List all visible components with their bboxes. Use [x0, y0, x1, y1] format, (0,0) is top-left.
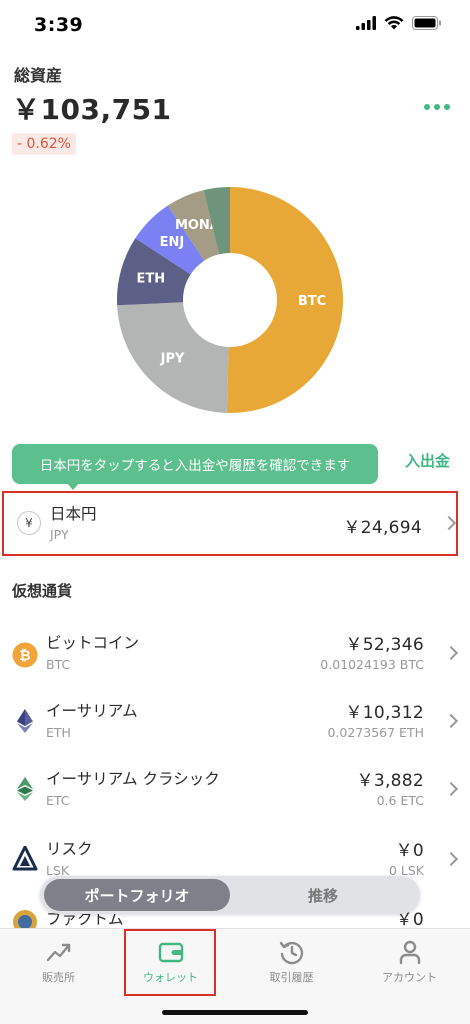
coin-amount: 0.0273567 ETH [327, 725, 424, 740]
ethereum-classic-icon [17, 777, 33, 801]
jpy-row[interactable]: ¥ 日本円 JPY ￥24,694 [2, 491, 458, 556]
list-item-etc[interactable]: イーサリアム クラシック ETC ￥3,882 0.6 ETC [0, 761, 470, 829]
home-indicator [162, 1010, 308, 1015]
donut-label-btc: BTC [298, 294, 326, 309]
wallet-tab-highlight [124, 929, 216, 996]
lisk-icon [12, 846, 38, 871]
coin-amount: 0.6 ETC [376, 793, 424, 808]
tab-label: 販売所 [42, 971, 75, 984]
bitcoin-icon: ₿ [12, 642, 38, 668]
portfolio-donut-chart[interactable]: BTCJPYETHENJMONA [110, 180, 350, 420]
wifi-icon [384, 16, 404, 30]
coin-value: ￥52,346 [345, 635, 424, 655]
ethereum-icon [17, 709, 33, 733]
jpy-tooltip: 日本円をタップすると入出金や履歴を確認できます [12, 444, 378, 484]
jpy-name: 日本円 [50, 505, 97, 523]
coin-name: イーサリアム クラシック [46, 770, 220, 788]
status-icons [356, 16, 442, 30]
coin-value: ￥10,312 [345, 703, 424, 723]
total-assets-label: 総資産 [14, 66, 63, 85]
list-item-eth[interactable]: イーサリアム ETH ￥10,312 0.0273567 ETH [0, 693, 470, 761]
tab-exchange[interactable]: 販売所 [0, 929, 117, 999]
jpy-symbol: JPY [50, 527, 69, 542]
svg-text:₿: ₿ [19, 648, 30, 664]
signal-icon [356, 16, 376, 30]
coin-symbol: ETC [46, 793, 70, 808]
jpy-value: ￥24,694 [343, 518, 422, 538]
toggle-history[interactable]: 推移 [230, 879, 416, 911]
tab-label: アカウント [382, 971, 437, 984]
coin-value: ￥3,882 [356, 771, 424, 791]
chevron-right-icon [443, 645, 459, 661]
deposit-withdraw-link[interactable]: 入出金 [405, 450, 450, 471]
status-bar: 3:39 [0, 0, 470, 50]
chart-trend-icon [46, 943, 70, 962]
tab-label: 取引履歴 [269, 971, 314, 984]
more-options-icon[interactable] [424, 104, 450, 110]
donut-label-jpy: JPY [160, 352, 185, 367]
status-time: 3:39 [34, 14, 84, 36]
view-toggle: ポートフォリオ 推移 [40, 876, 420, 914]
yen-icon: ¥ [17, 511, 41, 535]
total-assets-value: ￥103,751 [12, 93, 172, 126]
factom-icon [13, 910, 37, 928]
history-icon [279, 941, 303, 965]
list-item-btc[interactable]: ₿ ビットコイン BTC ￥52,346 0.01024193 BTC [0, 625, 470, 693]
change-badge: - 0.62% [12, 133, 76, 155]
chevron-right-icon [443, 713, 459, 729]
crypto-section-title: 仮想通貨 [12, 582, 73, 600]
coin-amount: 0.01024193 BTC [320, 657, 424, 672]
account-icon [399, 940, 420, 965]
coin-symbol: ETH [46, 725, 71, 740]
chevron-right-icon [443, 851, 459, 867]
battery-icon [412, 16, 441, 30]
chevron-right-icon [443, 781, 459, 797]
coin-name: イーサリアム [46, 702, 138, 720]
coin-name: リスク [46, 840, 93, 858]
tooltip-arrow [66, 482, 80, 490]
tab-history[interactable]: 取引履歴 [233, 929, 350, 999]
tab-account[interactable]: アカウント [351, 929, 468, 999]
donut-label-eth: ETH [137, 271, 166, 286]
chevron-right-icon [441, 515, 457, 531]
coin-symbol: BTC [46, 657, 71, 672]
coin-value: ￥0 [395, 841, 424, 861]
coin-name: ビットコイン [46, 634, 140, 652]
toggle-portfolio[interactable]: ポートフォリオ [44, 879, 230, 911]
donut-label-enj: ENJ [160, 235, 185, 250]
